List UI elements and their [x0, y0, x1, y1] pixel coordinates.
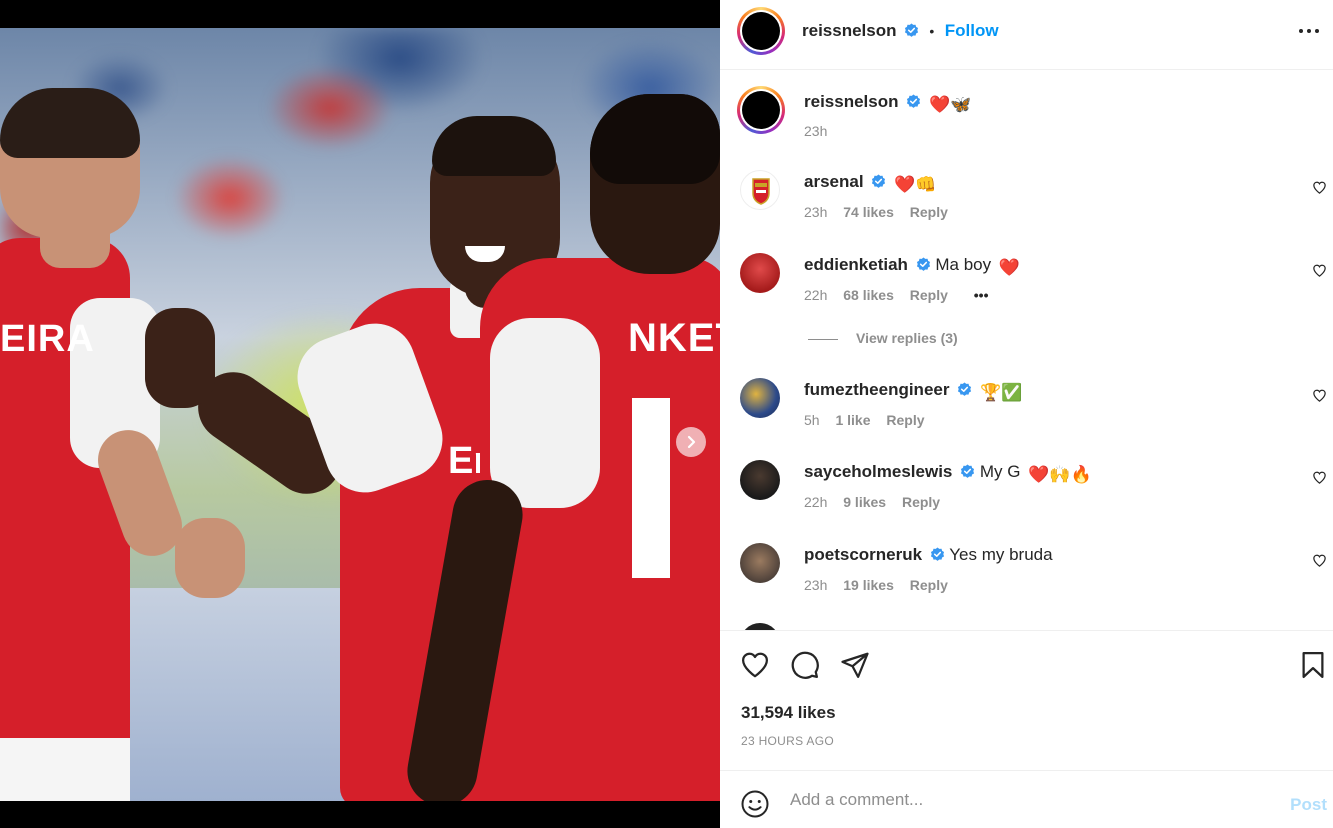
player-right-shirt-text: NKET — [628, 316, 720, 360]
like-heart-icon[interactable] — [740, 650, 770, 680]
comment-emojis: ❤️🙌🔥 — [1028, 465, 1092, 484]
player-left-hand — [175, 518, 245, 598]
comment-text: Yes my bruda — [949, 545, 1053, 564]
more-options-icon[interactable] — [1297, 26, 1321, 36]
verified-badge-icon — [904, 23, 919, 37]
verified-badge-icon — [872, 174, 886, 188]
comment-emojis: ❤️👊 — [894, 175, 937, 194]
share-paper-plane-icon[interactable] — [840, 650, 870, 680]
arsenal-crest-icon — [752, 178, 770, 205]
player-left-shorts — [0, 738, 130, 801]
comment-likes[interactable]: 68 likes — [843, 287, 894, 303]
caption-username[interactable]: reissnelson — [804, 92, 899, 111]
likes-count[interactable]: 31,594 likes — [741, 703, 836, 723]
comment-text: Ma boy — [935, 255, 992, 274]
comment-text: My G — [979, 462, 1021, 481]
like-comment-heart-icon[interactable] — [1312, 470, 1327, 485]
comment-time: 23h — [804, 577, 828, 593]
post-timestamp: 23 HOURS AGO — [741, 734, 834, 748]
comment-likes[interactable]: 74 likes — [843, 204, 894, 220]
comment-likes[interactable]: 1 like — [835, 412, 870, 428]
comment-username[interactable]: fumeztheengineer — [804, 380, 949, 399]
player-right-sleeve — [490, 318, 600, 508]
like-comment-heart-icon[interactable] — [1312, 263, 1327, 278]
verified-badge-icon — [930, 547, 944, 561]
player-middle-hand — [145, 308, 215, 408]
comment-emojis: ❤️ — [998, 258, 1021, 277]
verified-badge-icon — [961, 464, 975, 478]
view-replies-label: View replies (3) — [856, 330, 958, 346]
save-bookmark-icon[interactable] — [1298, 650, 1328, 680]
caption-avatar[interactable] — [737, 86, 785, 134]
comment-emojis: 🏆✅ — [979, 383, 1023, 402]
author-avatar[interactable] — [737, 7, 785, 55]
verified-badge-icon — [907, 94, 921, 108]
caption-emojis: ❤️🦋 — [928, 95, 972, 114]
verified-badge-icon — [958, 382, 972, 396]
post-panel: reissnelson • Follow reissnelson ❤️🦋 23h… — [720, 0, 1333, 828]
view-replies-line — [808, 338, 838, 340]
author-username[interactable]: reissnelson — [802, 21, 897, 40]
comment-username[interactable]: eddienketiah — [804, 255, 908, 274]
reply-button[interactable]: Reply — [886, 412, 924, 428]
comment-time: 22h — [804, 287, 828, 303]
comment-time: 22h — [804, 494, 828, 510]
comment-bubble-icon[interactable] — [790, 650, 820, 680]
comment-more-button[interactable]: ••• — [974, 287, 989, 303]
reply-button[interactable]: Reply — [910, 204, 948, 220]
comment-username[interactable]: sayceholmeslewis — [804, 462, 952, 481]
comment-time: 23h — [804, 204, 828, 220]
post-header: reissnelson • Follow — [720, 0, 1333, 70]
like-comment-heart-icon[interactable] — [1312, 388, 1327, 403]
emoji-picker-icon[interactable] — [740, 789, 770, 819]
commenter-avatar[interactable] — [740, 623, 780, 630]
like-comment-heart-icon[interactable] — [1312, 553, 1327, 568]
verified-badge-icon — [916, 257, 930, 271]
comment-likes[interactable]: 19 likes — [843, 577, 894, 593]
commenter-avatar[interactable] — [740, 460, 780, 500]
follow-button[interactable]: Follow — [945, 21, 999, 40]
commenter-avatar[interactable] — [740, 253, 780, 293]
chevron-right-icon — [687, 435, 696, 449]
player-right-shirt-number — [632, 398, 670, 578]
comment-composer: Post — [720, 770, 1333, 828]
comment-input[interactable] — [790, 788, 1250, 812]
next-image-button[interactable] — [676, 427, 706, 457]
reply-button[interactable]: Reply — [910, 577, 948, 593]
like-comment-heart-icon[interactable] — [1312, 180, 1327, 195]
comment-username[interactable]: arsenal — [804, 172, 864, 191]
player-middle-hair — [432, 116, 556, 176]
post-actions — [720, 632, 1333, 692]
reply-button[interactable]: Reply — [902, 494, 940, 510]
comment-likes[interactable]: 9 likes — [843, 494, 886, 510]
commenter-avatar[interactable] — [740, 378, 780, 418]
comment-time: 5h — [804, 412, 820, 428]
comment-username[interactable]: poetscorneruk — [804, 545, 922, 564]
comments-list[interactable]: reissnelson ❤️🦋 23h arsenal ❤️👊 23h 74 l… — [720, 70, 1333, 631]
post-media: EIRA Em NKET — [0, 0, 720, 828]
post-comment-button[interactable]: Post — [1290, 795, 1327, 815]
header-separator: • — [929, 23, 935, 39]
commenter-avatar[interactable] — [740, 543, 780, 583]
player-left-shirt-text: EIRA — [0, 318, 95, 360]
caption-time: 23h — [804, 123, 828, 139]
view-replies-button[interactable]: View replies (3) — [808, 330, 958, 346]
post-photo: EIRA Em NKET — [0, 28, 720, 801]
reply-button[interactable]: Reply — [910, 287, 948, 303]
commenter-avatar[interactable] — [740, 170, 780, 210]
player-left-hair — [0, 88, 140, 158]
